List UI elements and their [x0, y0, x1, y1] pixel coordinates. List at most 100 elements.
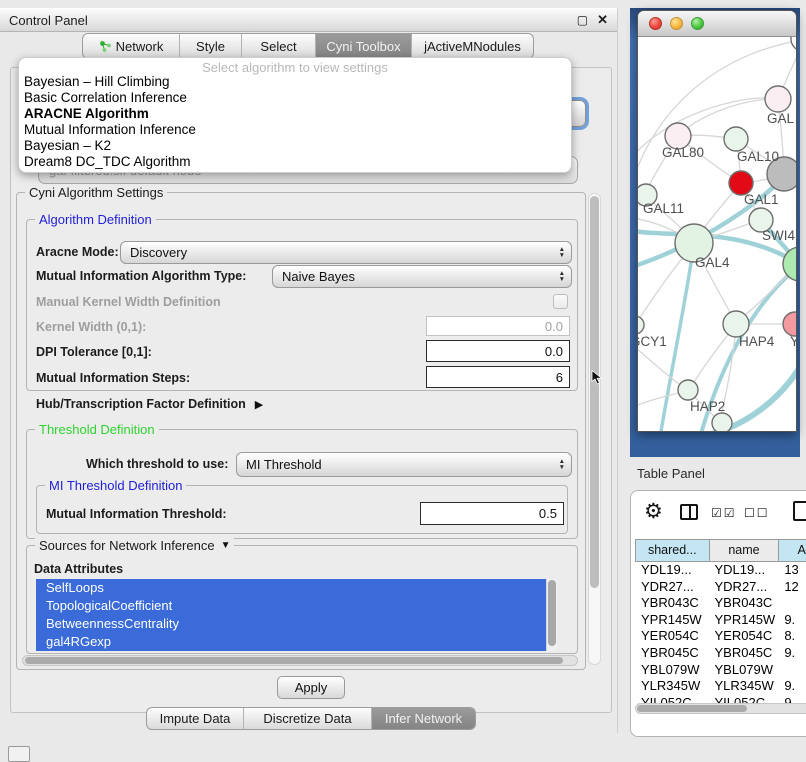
which-threshold-value: MI Threshold	[246, 457, 559, 472]
mi-steps-input[interactable]	[426, 366, 570, 388]
node-label-gal4: GAL4	[695, 255, 730, 270]
node-label-gal1: GAL1	[744, 192, 779, 207]
deselect-all-icon[interactable]: ☐☐	[744, 506, 770, 520]
cell: YIL052C	[635, 695, 709, 703]
cell: 9.	[778, 612, 806, 629]
node-label-gcy1: GCY1	[638, 334, 667, 349]
threshold-definition-title: Threshold Definition	[35, 422, 159, 437]
attribute-topologicalcoefficient[interactable]: TopologicalCoefficient	[36, 597, 557, 615]
network-node-gcy1[interactable]	[638, 316, 644, 334]
cell: YDL19...	[635, 562, 709, 579]
aracne-mode-combo[interactable]: Discovery ▲▼	[120, 241, 572, 264]
updown-arrows-icon: ▲▼	[559, 271, 565, 282]
manual-kernel-width-checkbox[interactable]	[553, 294, 568, 309]
network-node[interactable]	[791, 37, 796, 51]
cell: YBR045C	[709, 645, 779, 662]
tab-style[interactable]: Style	[179, 34, 241, 58]
network-node-hap2[interactable]	[678, 380, 698, 400]
algorithm-option-mutual-information-inference[interactable]: Mutual Information Inference	[19, 122, 571, 138]
network-window-titlebar[interactable]	[638, 11, 796, 37]
tab-label: Infer Network	[385, 711, 462, 726]
tab-infer-network[interactable]: Infer Network	[371, 708, 475, 729]
mi-algorithm-type-combo[interactable]: Naive Bayes ▲▼	[272, 265, 572, 288]
network-canvas[interactable]: GALGAL80GAL10GAL1GAL11SWI4GAL4GCY1HAP4YH…	[638, 37, 796, 431]
file-icon[interactable]	[793, 501, 806, 521]
column-header-shared[interactable]: shared...	[635, 540, 709, 561]
aracne-mode-label: Aracne Mode:	[36, 245, 119, 259]
kernel-width-input[interactable]	[426, 316, 570, 336]
which-threshold-combo[interactable]: MI Threshold ▲▼	[236, 452, 572, 477]
column-header-a[interactable]: A	[778, 540, 806, 561]
tab-label: Cyni Toolbox	[326, 39, 400, 54]
cell: YBR043C	[709, 595, 779, 612]
table-row[interactable]: YBR045CYBR045C9.	[635, 645, 806, 662]
algorithm-dropdown-overlay: Select algorithm to view settings Bayesi…	[18, 57, 572, 173]
algorithm-option-aracne-algorithm[interactable]: ARACNE Algorithm	[19, 106, 571, 122]
minimize-traffic-light[interactable]	[670, 17, 683, 30]
mouse-cursor	[591, 370, 604, 385]
table-row[interactable]: YBR043CYBR043C	[635, 595, 806, 612]
table-row[interactable]: YBL079WYBL079W	[635, 662, 806, 679]
network-node-gal10[interactable]	[724, 127, 748, 151]
settings-horizontal-scrollbar[interactable]	[22, 655, 578, 666]
tab-cyni-toolbox[interactable]: Cyni Toolbox	[315, 34, 411, 58]
column-header-name[interactable]: name	[709, 540, 779, 561]
zoom-traffic-light[interactable]	[691, 17, 704, 30]
algorithm-option-list: Bayesian – Hill ClimbingBasic Correlatio…	[19, 74, 571, 170]
network-node-gal[interactable]	[765, 86, 791, 112]
corner-grip[interactable]	[8, 746, 30, 762]
attributes-vertical-scrollbar[interactable]	[546, 579, 557, 651]
close-traffic-light[interactable]	[649, 17, 662, 30]
tab-label: Network	[116, 39, 164, 54]
attribute-gal4rgexp[interactable]: gal4RGexp	[36, 633, 557, 651]
table-horizontal-scrollbar[interactable]	[635, 703, 806, 714]
table-row[interactable]: YPR145WYPR145W9.	[635, 612, 806, 629]
bottom-tab-bar: Impute DataDiscretize Data Infer Network	[146, 707, 476, 730]
mi-algorithm-type-value: Naive Bayes	[282, 269, 559, 284]
which-threshold-label: Which threshold to use:	[86, 457, 228, 471]
select-all-icon[interactable]: ☑☑	[711, 506, 737, 520]
network-node[interactable]	[712, 413, 732, 431]
tab-select[interactable]: Select	[241, 34, 315, 58]
network-view-background: GALGAL80GAL10GAL1GAL11SWI4GAL4GCY1HAP4YH…	[630, 8, 800, 457]
tab-discretize-data[interactable]: Discretize Data	[243, 708, 371, 729]
algorithm-option-basic-correlation-inference[interactable]: Basic Correlation Inference	[19, 90, 571, 106]
tab-jactivemnodules[interactable]: jActiveMNodules	[411, 34, 533, 58]
mi-steps-label: Mutual Information Steps:	[36, 371, 190, 385]
table-row[interactable]: YDL19...YDL19...13	[635, 562, 806, 579]
algorithm-option-bayesian-hill-climbing[interactable]: Bayesian – Hill Climbing	[19, 74, 571, 90]
close-icon[interactable]: ✕	[597, 12, 608, 28]
settings-vertical-scrollbar[interactable]	[588, 193, 601, 665]
node-label-gal11: GAL11	[643, 201, 684, 216]
gear-icon[interactable]: ⚙	[644, 499, 663, 524]
mi-threshold-input[interactable]	[420, 502, 564, 525]
table-row[interactable]: YER054CYER054C8.	[635, 628, 806, 645]
table-row[interactable]: YLR345WYLR345W9.	[635, 678, 806, 695]
attribute-selfloops[interactable]: SelfLoops	[36, 579, 557, 597]
network-view-window[interactable]: GALGAL80GAL10GAL1GAL11SWI4GAL4GCY1HAP4YH…	[637, 10, 797, 432]
dropdown-hint: Select algorithm to view settings	[19, 60, 571, 74]
control-panel-titlebar[interactable]: Control Panel ▢ ✕	[0, 8, 617, 32]
data-attributes-list[interactable]: SelfLoopsTopologicalCoefficientBetweenne…	[36, 579, 557, 651]
mi-threshold-definition-title: MI Threshold Definition	[45, 478, 186, 493]
float-icon[interactable]: ▢	[577, 13, 588, 27]
algorithm-option-dream8-dc-tdc-algorithm[interactable]: Dream8 DC_TDC Algorithm	[19, 154, 571, 170]
apply-button[interactable]: Apply	[277, 676, 345, 699]
dpi-tolerance-input[interactable]	[426, 340, 570, 362]
network-node-y[interactable]	[783, 312, 796, 336]
tab-impute-data[interactable]: Impute Data	[147, 708, 243, 729]
tab-network[interactable]: Network	[83, 34, 179, 58]
table-row[interactable]: YIL052CYIL052C9	[635, 695, 806, 703]
algorithm-option-bayesian-k2[interactable]: Bayesian – K2	[19, 138, 571, 154]
tab-label: Select	[260, 39, 296, 54]
cell: YDR27...	[709, 579, 779, 596]
hub-definition-toggle[interactable]: Hub/Transcription Factor Definition ▶	[36, 397, 263, 411]
columns-icon[interactable]	[680, 504, 698, 520]
updown-arrows-icon: ▲▼	[559, 247, 565, 258]
cell: 13	[778, 562, 806, 579]
sources-toggle[interactable]: Sources for Network Inference ▼	[35, 538, 234, 553]
attribute-betweennesscentrality[interactable]: BetweennessCentrality	[36, 615, 557, 633]
node-label-swi4: SWI4	[762, 228, 795, 243]
table-panel: ⚙ ☑☑ ☐☐ shared...nameA YDL19...YDL19...1…	[630, 490, 806, 737]
table-row[interactable]: YDR27...YDR27...12	[635, 579, 806, 596]
